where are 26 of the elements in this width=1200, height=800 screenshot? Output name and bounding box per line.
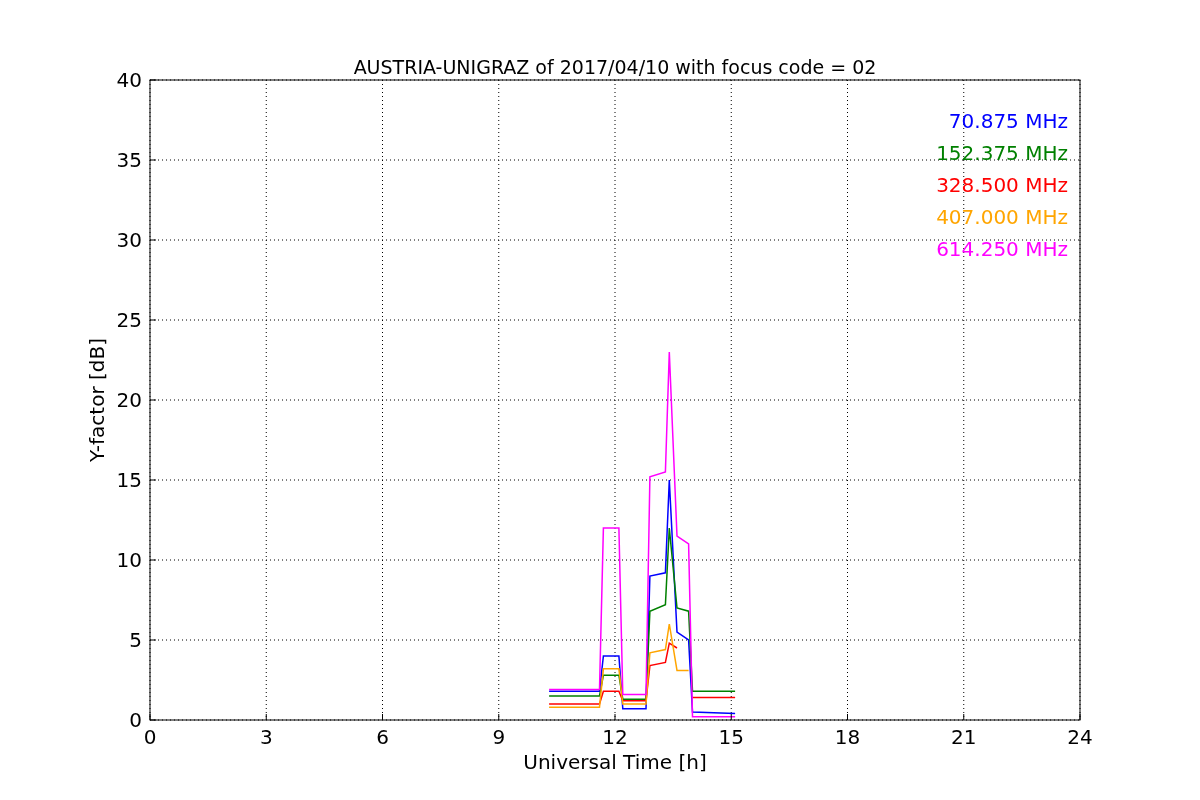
tick-label: 40 xyxy=(116,68,142,92)
tick-label: 25 xyxy=(116,308,142,332)
tick-label: 0 xyxy=(129,708,142,732)
tick-label: 35 xyxy=(116,148,142,172)
axis-label: Universal Time [h] xyxy=(523,750,707,774)
tick-label: 24 xyxy=(1067,725,1093,749)
legend-label: 328.500 MHz xyxy=(936,173,1068,197)
legend-label: 152.375 MHz xyxy=(936,141,1068,165)
tick-label: 6 xyxy=(376,725,389,749)
tick-label: 18 xyxy=(834,725,861,749)
tick-label: 0 xyxy=(143,725,157,749)
tick-label: 12 xyxy=(602,725,628,749)
tick-label: 3 xyxy=(259,725,273,749)
legend-label: 407.000 MHz xyxy=(936,205,1068,229)
tick-label: 15 xyxy=(718,725,744,749)
tick-label: 15 xyxy=(116,468,142,492)
tick-label: 5 xyxy=(129,628,142,652)
axis-label: Y-factor [dB] xyxy=(85,338,109,462)
tick-label: 10 xyxy=(116,548,142,572)
tick-label: 9 xyxy=(492,725,506,749)
legend-label: 614.250 MHz xyxy=(936,237,1068,261)
tick-label: 21 xyxy=(951,725,977,749)
legend-label: 70.875 MHz xyxy=(948,109,1068,133)
chart-title: AUSTRIA-UNIGRAZ of 2017/04/10 with focus code = 02 xyxy=(353,56,877,78)
tick-label: 30 xyxy=(116,228,142,252)
tick-label: 20 xyxy=(116,388,142,412)
